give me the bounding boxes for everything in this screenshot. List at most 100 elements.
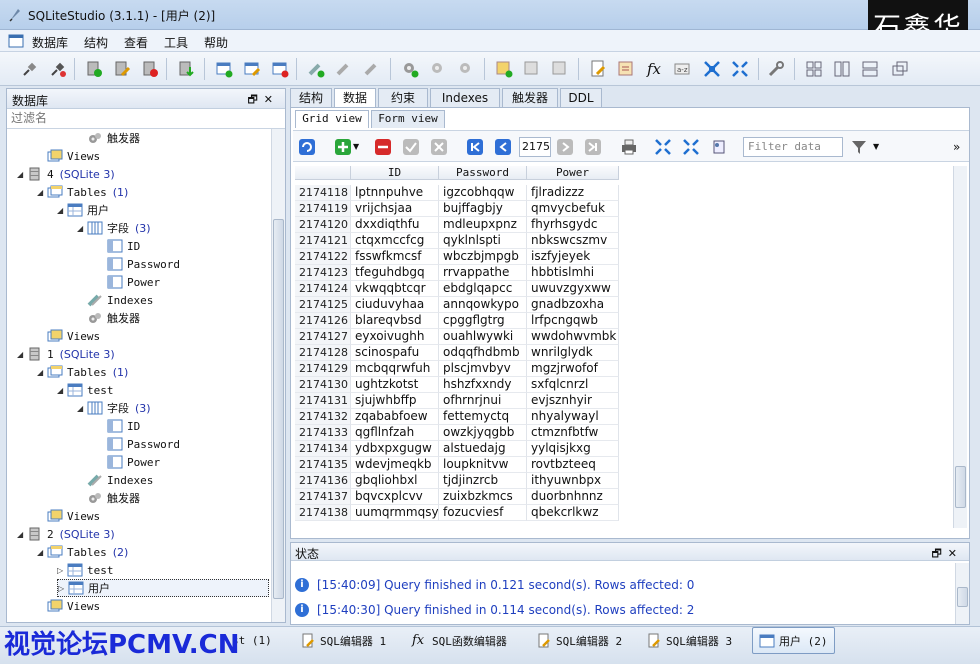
- grid-cell[interactable]: uumqrmmqsy: [351, 505, 439, 521]
- filter-mode-button[interactable]: [849, 137, 871, 157]
- tree-node-table[interactable]: ◢ test: [57, 381, 114, 399]
- row-number-header[interactable]: [295, 166, 351, 179]
- menu-database[interactable]: 数据库: [32, 34, 68, 51]
- tab-triggers[interactable]: 触发器: [502, 88, 558, 108]
- table-row[interactable]: 2174135 wdevjmeqkb loupknitvw rovtbzteeq: [295, 457, 619, 473]
- task-window-users[interactable]: 用户 (2): [752, 627, 835, 654]
- filter-data-input[interactable]: Filter data: [743, 137, 843, 157]
- delete-index-button[interactable]: [362, 59, 382, 79]
- grid-cell[interactable]: scinospafu: [351, 345, 439, 361]
- grid-cell[interactable]: wwdohwvmbk: [527, 329, 619, 345]
- row-number[interactable]: 2174122: [295, 249, 351, 265]
- table-row[interactable]: 2174125 ciuduvyhaa annqowkypo gnadbzoxha: [295, 297, 619, 313]
- row-number[interactable]: 2174130: [295, 377, 351, 393]
- grid-cell[interactable]: qbekcrlkwz: [527, 505, 619, 521]
- task-window-sql-editor-2[interactable]: SQL编辑器 2: [536, 627, 622, 654]
- task-window-sql-editor-1[interactable]: SQL编辑器 1: [300, 627, 386, 654]
- tree-node-views[interactable]: Views: [37, 147, 100, 165]
- row-number[interactable]: 2174123: [295, 265, 351, 281]
- collapse-grid-button[interactable]: [681, 137, 701, 157]
- add-view-button[interactable]: [494, 59, 514, 79]
- table-row[interactable]: 2174130 ughtzkotst hshzfxxndy sxfqlcnrzl: [295, 377, 619, 393]
- grid-cell[interactable]: zqababfoew: [351, 409, 439, 425]
- expand-grid-button[interactable]: [653, 137, 673, 157]
- row-number[interactable]: 2174124: [295, 281, 351, 297]
- expand-arrow-icon[interactable]: ◢: [17, 530, 27, 539]
- row-number[interactable]: 2174134: [295, 441, 351, 457]
- grid-cell[interactable]: qmvycbefuk: [527, 201, 619, 217]
- grid-cell[interactable]: plscjmvbyv: [439, 361, 527, 377]
- tree-node-views[interactable]: Views: [37, 327, 100, 345]
- row-number[interactable]: 2174119: [295, 201, 351, 217]
- row-number[interactable]: 2174126: [295, 313, 351, 329]
- grid-cell[interactable]: qgfllnfzah: [351, 425, 439, 441]
- rollback-button[interactable]: [429, 137, 449, 157]
- tile-windows-button[interactable]: [804, 59, 824, 79]
- expand-arrow-icon[interactable]: ◢: [77, 224, 87, 233]
- grid-cell[interactable]: blareqvbsd: [351, 313, 439, 329]
- column-header[interactable]: Password: [439, 166, 527, 179]
- grid-cell[interactable]: loupknitvw: [439, 457, 527, 473]
- row-number[interactable]: 2174131: [295, 393, 351, 409]
- grid-cell[interactable]: duorbnhnnz: [527, 489, 619, 505]
- edit-view-button[interactable]: [522, 59, 542, 79]
- tree-node-db[interactable]: ◢ 1 (SQLite 3): [17, 345, 115, 363]
- database-tree[interactable]: 触发器 Views ◢ 4 (SQLite 3) ◢ Tables (1) ◢ 用户 ◢ 字段 (3) I…: [7, 129, 269, 619]
- first-page-button[interactable]: [465, 137, 485, 157]
- open-config-button[interactable]: [766, 59, 786, 79]
- tile-horizontal-button[interactable]: [832, 59, 852, 79]
- open-sql-editor-button[interactable]: [588, 59, 608, 79]
- table-row[interactable]: 2174137 bqvcxplcvv zuixbzkmcs duorbnhnnz: [295, 489, 619, 505]
- grid-cell[interactable]: iszfyjeyek: [527, 249, 619, 265]
- tree-node-indexes[interactable]: Indexes: [77, 291, 153, 309]
- grid-cell[interactable]: nbkswcszmv: [527, 233, 619, 249]
- grid-cell[interactable]: bqvcxplcvv: [351, 489, 439, 505]
- row-number[interactable]: 2174121: [295, 233, 351, 249]
- insert-row-dropdown[interactable]: ▼: [353, 137, 363, 157]
- grid-cell[interactable]: fettemyctq: [439, 409, 527, 425]
- grid-cell[interactable]: dxxdiqthfu: [351, 217, 439, 233]
- delete-trigger-button[interactable]: [456, 59, 476, 79]
- expand-arrow-icon[interactable]: ◢: [37, 368, 47, 377]
- grid-cell[interactable]: fjlradizzz: [527, 185, 619, 201]
- filter-name-input[interactable]: [7, 109, 277, 127]
- refresh-button[interactable]: [297, 137, 317, 157]
- tree-node-tables[interactable]: ◢ Tables (1): [37, 183, 128, 201]
- expand-arrow-icon[interactable]: ▷: [57, 566, 67, 575]
- tree-node-column[interactable]: ID: [97, 417, 140, 435]
- tree-node-table[interactable]: ▷ test: [57, 561, 114, 579]
- grid-cell[interactable]: sxfqlcnrzl: [527, 377, 619, 393]
- grid-cell[interactable]: rovtbzteeq: [527, 457, 619, 473]
- table-row[interactable]: 2174136 gbqliohbxl tjdjinzrcb ithyuwnbpx: [295, 473, 619, 489]
- grid-cell[interactable]: lptnnpuhve: [351, 185, 439, 201]
- menu-tools[interactable]: 工具: [164, 34, 188, 51]
- add-database-button[interactable]: [84, 59, 104, 79]
- delete-view-button[interactable]: [550, 59, 570, 79]
- grid-cell[interactable]: yylqisjkxg: [527, 441, 619, 457]
- grid-cell[interactable]: mcbqqrwfuh: [351, 361, 439, 377]
- grid-cell[interactable]: ofhrnrjnui: [439, 393, 527, 409]
- grid-cell[interactable]: vkwqqbtcqr: [351, 281, 439, 297]
- add-index-button[interactable]: [306, 59, 326, 79]
- ddl-history-button[interactable]: [616, 59, 636, 79]
- table-row[interactable]: 2174131 sjujwhbffp ofhrnrjnui evjsznhyir: [295, 393, 619, 409]
- tree-node-trigger[interactable]: 触发器: [77, 129, 140, 147]
- grid-cell[interactable]: fhyrhsgydc: [527, 217, 619, 233]
- expand-arrow-icon[interactable]: ◢: [77, 404, 87, 413]
- column-header[interactable]: ID: [351, 166, 439, 179]
- grid-cell[interactable]: vrijchsjaa: [351, 201, 439, 217]
- tile-vertical-button[interactable]: [860, 59, 880, 79]
- grid-cell[interactable]: ydbxpxgugw: [351, 441, 439, 457]
- tab-constraints[interactable]: 约束: [378, 88, 428, 108]
- table-row[interactable]: 2174138 uumqrmmqsy fozucviesf qbekcrlkwz: [295, 505, 619, 521]
- grid-cell[interactable]: eyxoivughh: [351, 329, 439, 345]
- table-row[interactable]: 2174133 qgfllnfzah owzkjyqgbb ctmznfbtfw: [295, 425, 619, 441]
- tree-scrollbar[interactable]: [271, 129, 285, 622]
- tree-node-column[interactable]: ID: [97, 237, 140, 255]
- expand-arrow-icon[interactable]: ◢: [17, 350, 27, 359]
- grid-cell[interactable]: nhyalywayl: [527, 409, 619, 425]
- grid-cell[interactable]: odqqfhdbmb: [439, 345, 527, 361]
- commit-button[interactable]: [401, 137, 421, 157]
- grid-cell[interactable]: owzkjyqgbb: [439, 425, 527, 441]
- table-row[interactable]: 2174127 eyxoivughh ouahlwywki wwdohwvmbk: [295, 329, 619, 345]
